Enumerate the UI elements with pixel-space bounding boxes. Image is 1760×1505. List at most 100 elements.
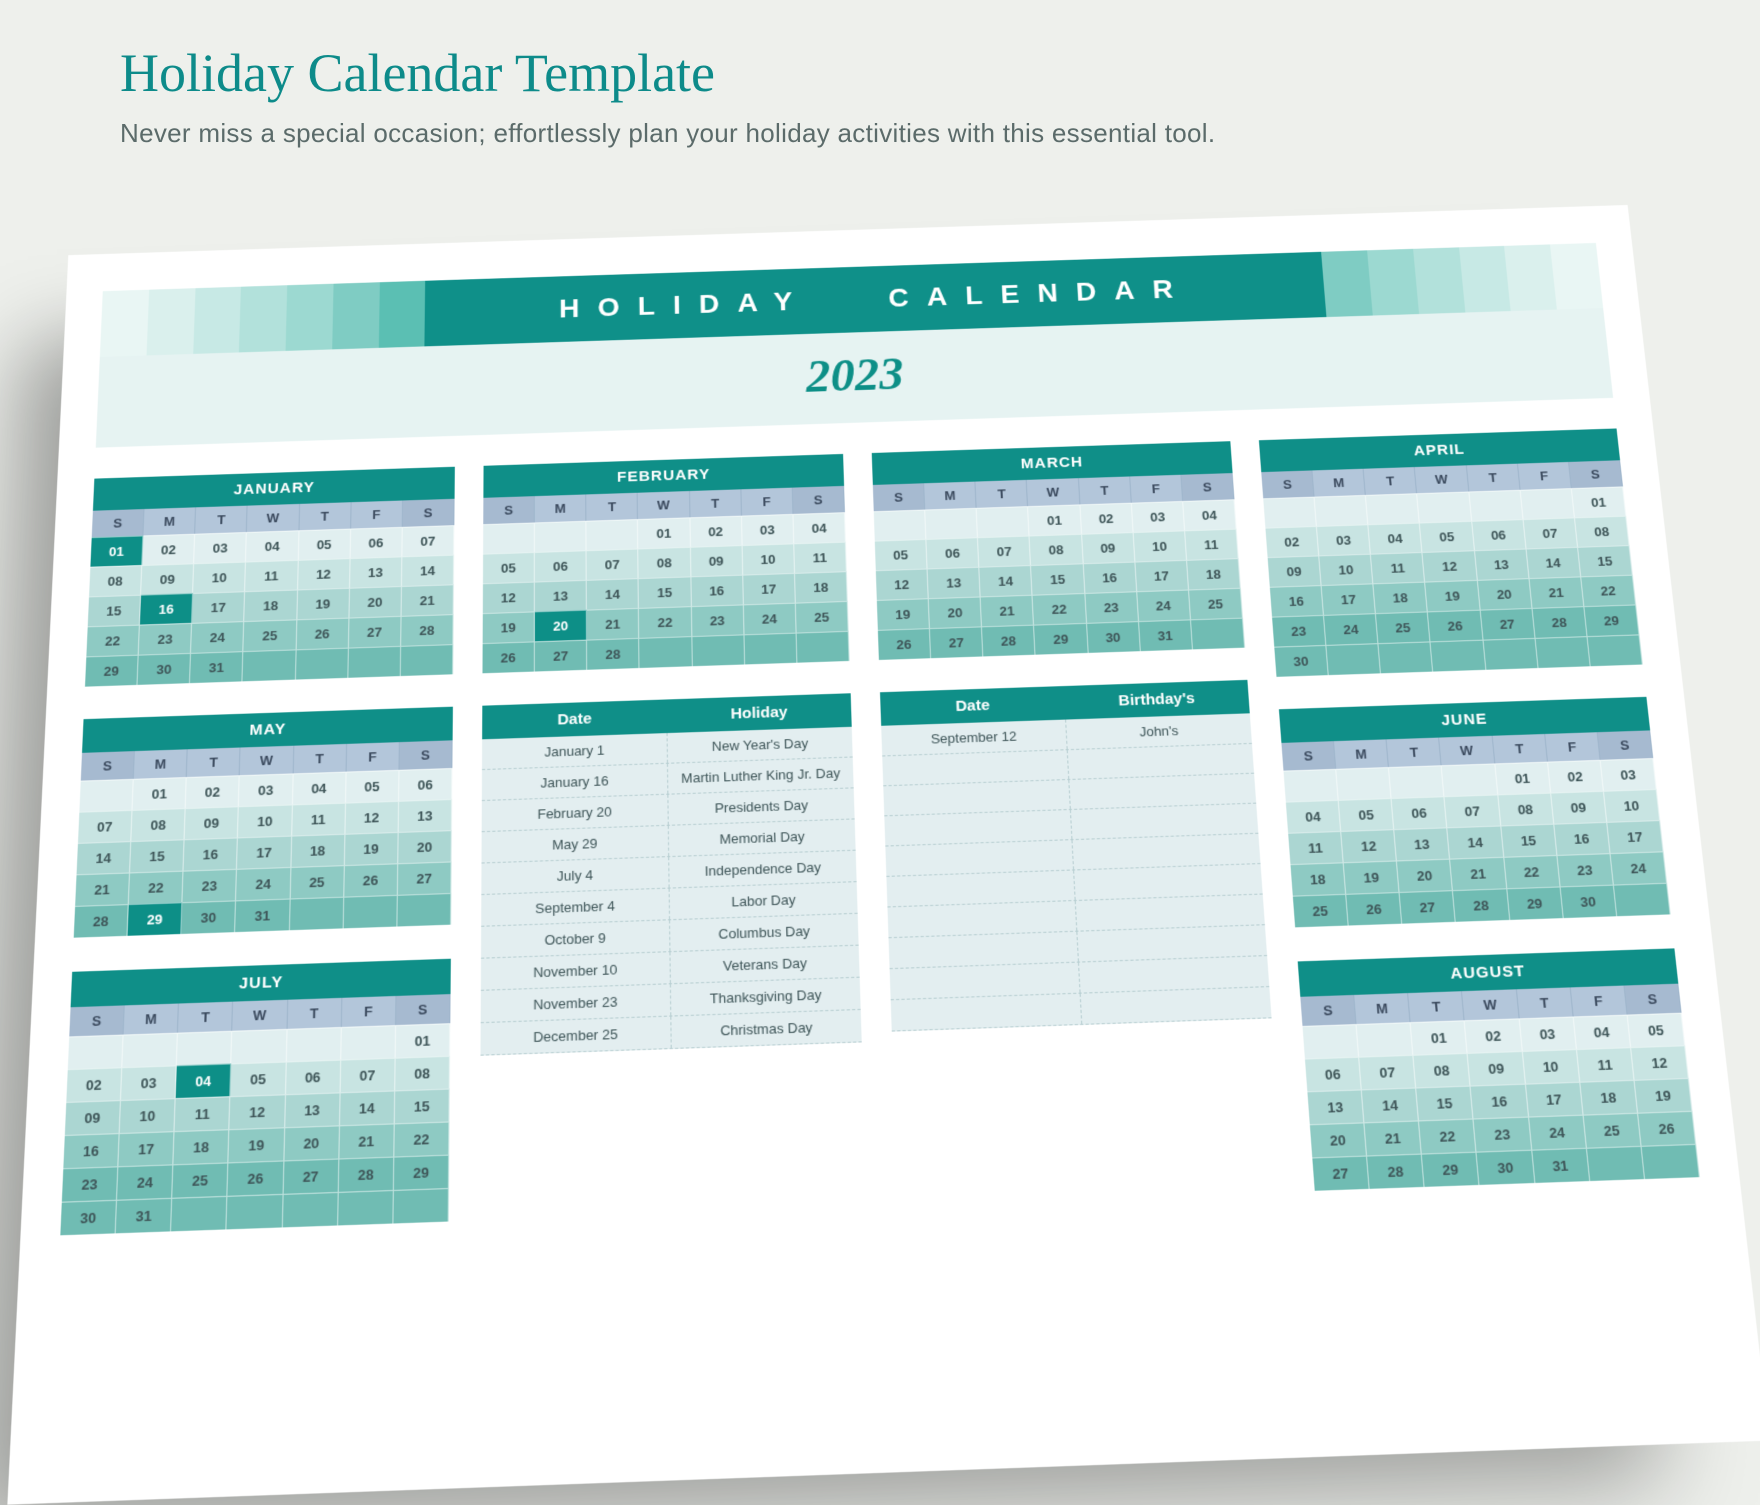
- dow-cell: T: [1492, 734, 1547, 763]
- day-cell: 19: [1425, 580, 1480, 612]
- day-cell: 11: [175, 1096, 231, 1131]
- day-cell: 22: [1419, 1118, 1477, 1153]
- table-cell: Christmas Day: [671, 1010, 861, 1048]
- day-cell: 11: [1371, 552, 1425, 583]
- month-april: APRILSMTWTFS0000000000000102030405060708…: [1259, 428, 1643, 676]
- day-cell: 01: [90, 535, 143, 566]
- day-empty: 00: [874, 510, 927, 541]
- dow-cell: W: [1415, 465, 1469, 493]
- day-cell: 18: [245, 589, 298, 621]
- day-cell: 25: [1376, 611, 1431, 643]
- day-cell: 06: [286, 1060, 341, 1095]
- day-cell: 07: [587, 548, 639, 579]
- day-cell: 28: [1453, 888, 1509, 922]
- day-cell: 15: [1031, 563, 1084, 594]
- day-cell: 10: [193, 562, 246, 593]
- day-cell: 09: [690, 545, 742, 576]
- day-cell: 24: [1324, 613, 1379, 645]
- day-cell: 04: [1573, 1015, 1631, 1049]
- dow-cell: W: [1462, 989, 1519, 1020]
- day-cell: 17: [237, 836, 291, 869]
- day-cell: 14: [77, 841, 132, 874]
- dow-cell: T: [690, 489, 742, 517]
- day-cell: 24: [1529, 1115, 1587, 1150]
- day-empty: 00: [1535, 636, 1590, 668]
- day-cell: 30: [60, 1200, 117, 1236]
- day-cell: 07: [340, 1058, 395, 1093]
- dow-cell: F: [1545, 732, 1601, 761]
- day-cell: 04: [292, 772, 346, 805]
- day-cell: 22: [394, 1121, 449, 1156]
- dow-cell: M: [124, 1003, 179, 1034]
- holiday-table: DateHolidayJanuary 1New Year's DayJanuar…: [480, 693, 861, 1055]
- day-cell: 30: [182, 900, 237, 934]
- day-cell: 03: [1600, 758, 1656, 791]
- page-subtitle: Never miss a special occasion; effortles…: [0, 118, 1760, 149]
- day-empty: 00: [1326, 643, 1381, 675]
- dow-cell: W: [233, 1000, 288, 1031]
- day-cell: 23: [62, 1166, 119, 1201]
- day-empty: 00: [401, 644, 454, 676]
- day-cell: 07: [1359, 1055, 1416, 1090]
- day-cell: 28: [982, 625, 1036, 657]
- day-cell: 25: [796, 601, 849, 633]
- day-empty: 00: [343, 895, 397, 929]
- table-cell: October 9: [481, 920, 670, 957]
- day-cell: 14: [587, 578, 639, 610]
- day-cell: 29: [1507, 886, 1564, 920]
- dow-cell: S: [403, 499, 455, 527]
- day-cell: 19: [345, 832, 399, 865]
- day-cell: 17: [1322, 583, 1376, 615]
- table-cell: Labor Day: [670, 882, 858, 919]
- day-cell: 02: [1465, 1018, 1522, 1052]
- day-cell: 25: [173, 1162, 229, 1197]
- day-empty: 00: [341, 1025, 396, 1059]
- day-cell: 02: [1080, 503, 1133, 534]
- day-empty: 00: [640, 636, 693, 668]
- day-cell: 31: [236, 898, 291, 932]
- day-cell: 22: [1504, 855, 1560, 888]
- day-cell: 19: [297, 588, 350, 620]
- day-cell: 01: [395, 1023, 450, 1057]
- day-cell: 26: [1638, 1111, 1696, 1146]
- dow-cell: M: [535, 494, 587, 522]
- day-cell: 10: [120, 1098, 176, 1133]
- day-cell: 31: [190, 651, 243, 683]
- dow-cell: S: [1181, 473, 1234, 501]
- day-cell: 01: [1495, 762, 1551, 795]
- day-cell: 04: [176, 1063, 232, 1098]
- day-cell: 18: [291, 834, 345, 867]
- day-cell: 14: [1448, 825, 1504, 858]
- dow-cell: S: [1300, 995, 1356, 1026]
- dow-cell: S: [81, 751, 135, 781]
- day-cell: 14: [1526, 547, 1581, 578]
- dow-cell: S: [399, 740, 452, 769]
- day-cell: 13: [1394, 827, 1450, 860]
- day-cell: 04: [1369, 523, 1423, 554]
- day-cell: 26: [296, 618, 349, 650]
- table-cell: September 4: [481, 889, 670, 926]
- dow-cell: T: [976, 480, 1029, 508]
- month-june: JUNESMTWTFS00000000010203040506070809101…: [1279, 697, 1671, 928]
- day-cell: 14: [1362, 1087, 1419, 1122]
- day-cell: 18: [1290, 862, 1346, 895]
- day-cell: 20: [349, 586, 402, 618]
- day-cell: 11: [1185, 529, 1239, 560]
- day-cell: 06: [927, 537, 980, 568]
- dow-cell: W: [247, 504, 299, 532]
- day-cell: 10: [1319, 554, 1373, 585]
- day-empty: 00: [796, 631, 849, 663]
- day-empty: 00: [977, 506, 1030, 537]
- day-cell: 24: [1610, 851, 1667, 884]
- day-cell: 22: [86, 625, 140, 657]
- day-cell: 07: [978, 535, 1031, 566]
- day-cell: 26: [878, 628, 931, 660]
- dow-cell: T: [195, 506, 248, 534]
- day-cell: 05: [298, 529, 350, 560]
- day-cell: 25: [244, 619, 297, 651]
- day-cell: 27: [930, 626, 984, 658]
- day-cell: 26: [344, 863, 398, 896]
- day-cell: 01: [638, 517, 690, 548]
- dow-cell: T: [1516, 987, 1573, 1018]
- day-cell: 24: [1137, 590, 1191, 622]
